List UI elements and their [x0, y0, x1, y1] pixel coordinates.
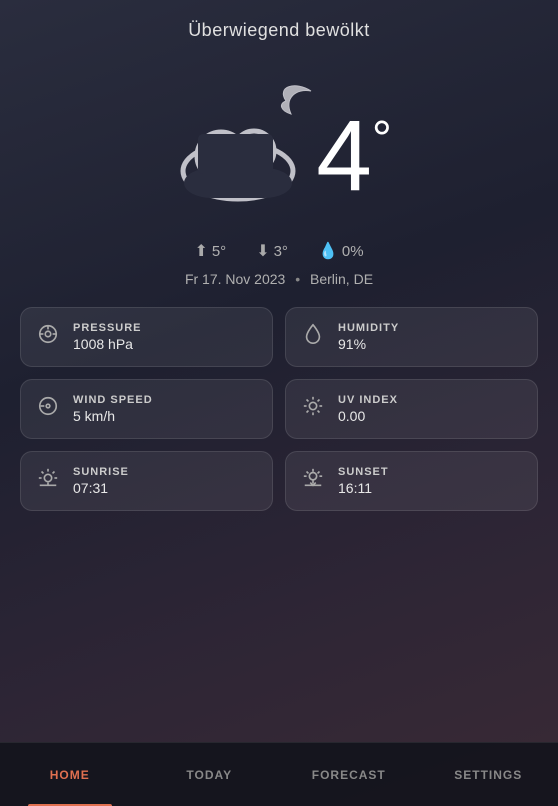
sunrise-content: SUNRISE 07:31 [73, 466, 129, 496]
separator: • [295, 271, 300, 287]
sunrise-icon [37, 467, 59, 495]
pressure-label: PRESSURE [73, 322, 142, 334]
wind-icon [37, 395, 59, 423]
wind-speed-content: WIND SPEED 5 km/h [73, 394, 153, 424]
high-value: 5° [212, 243, 226, 260]
humidity-value: 91% [338, 336, 399, 352]
wind-speed-card: WIND SPEED 5 km/h [20, 379, 273, 439]
wind-speed-label: WIND SPEED [73, 394, 153, 406]
pressure-card: PRESSURE 1008 hPa [20, 307, 273, 367]
humidity-label: HUMIDITY [338, 322, 399, 334]
wind-speed-value: 5 km/h [73, 408, 153, 424]
bottom-nav: HOME TODAY FORECAST SETTINGS [0, 742, 558, 806]
humidity-icon [302, 323, 324, 351]
sunrise-value: 07:31 [73, 480, 129, 496]
low-icon: ⬇ [256, 241, 269, 261]
rain-stat: 💧 0% [318, 241, 364, 261]
high-icon: ⬆ [194, 241, 207, 261]
uv-icon [302, 395, 324, 423]
pressure-icon [37, 323, 59, 351]
rain-icon: 💧 [318, 241, 338, 261]
sunrise-label: SUNRISE [73, 466, 129, 478]
weather-icon-temp-area: 4° [0, 51, 558, 231]
location-text: Berlin, DE [310, 271, 373, 287]
pressure-value: 1008 hPa [73, 336, 142, 352]
nav-settings[interactable]: SETTINGS [419, 743, 558, 806]
nav-forecast-label: FORECAST [312, 768, 386, 782]
nav-home[interactable]: HOME [0, 743, 140, 806]
low-stat: ⬇ 3° [256, 241, 288, 261]
humidity-card: HUMIDITY 91% [285, 307, 538, 367]
humidity-content: HUMIDITY 91% [338, 322, 399, 352]
sunset-card: SUNSET 16:11 [285, 451, 538, 511]
nav-settings-label: SETTINGS [454, 768, 522, 782]
temperature-unit: ° [372, 111, 392, 167]
uv-index-value: 0.00 [338, 408, 398, 424]
sunset-value: 16:11 [338, 480, 389, 496]
stats-row: ⬆ 5° ⬇ 3° 💧 0% [194, 241, 363, 261]
high-stat: ⬆ 5° [194, 241, 226, 261]
nav-today-label: TODAY [186, 768, 232, 782]
temperature-value: 4 [316, 100, 372, 212]
rain-value: 0% [342, 243, 364, 260]
sunset-icon [302, 467, 324, 495]
low-value: 3° [274, 243, 288, 260]
pressure-content: PRESSURE 1008 hPa [73, 322, 142, 352]
sunset-label: SUNSET [338, 466, 389, 478]
nav-forecast[interactable]: FORECAST [279, 743, 419, 806]
sunrise-card: SUNRISE 07:31 [20, 451, 273, 511]
temperature-display: 4° [316, 106, 392, 206]
weather-condition-title: Überwiegend bewölkt [188, 20, 370, 41]
date-text: Fr 17. Nov 2023 [185, 271, 285, 287]
nav-home-label: HOME [50, 768, 90, 782]
nav-today[interactable]: TODAY [140, 743, 280, 806]
sunset-content: SUNSET 16:11 [338, 466, 389, 496]
uv-index-card: UV INDEX 0.00 [285, 379, 538, 439]
date-location: Fr 17. Nov 2023 • Berlin, DE [185, 271, 373, 287]
info-grid: PRESSURE 1008 hPa HUMIDITY 91% [0, 287, 558, 511]
uv-index-content: UV INDEX 0.00 [338, 394, 398, 424]
uv-index-label: UV INDEX [338, 394, 398, 406]
weather-icon [166, 76, 336, 206]
